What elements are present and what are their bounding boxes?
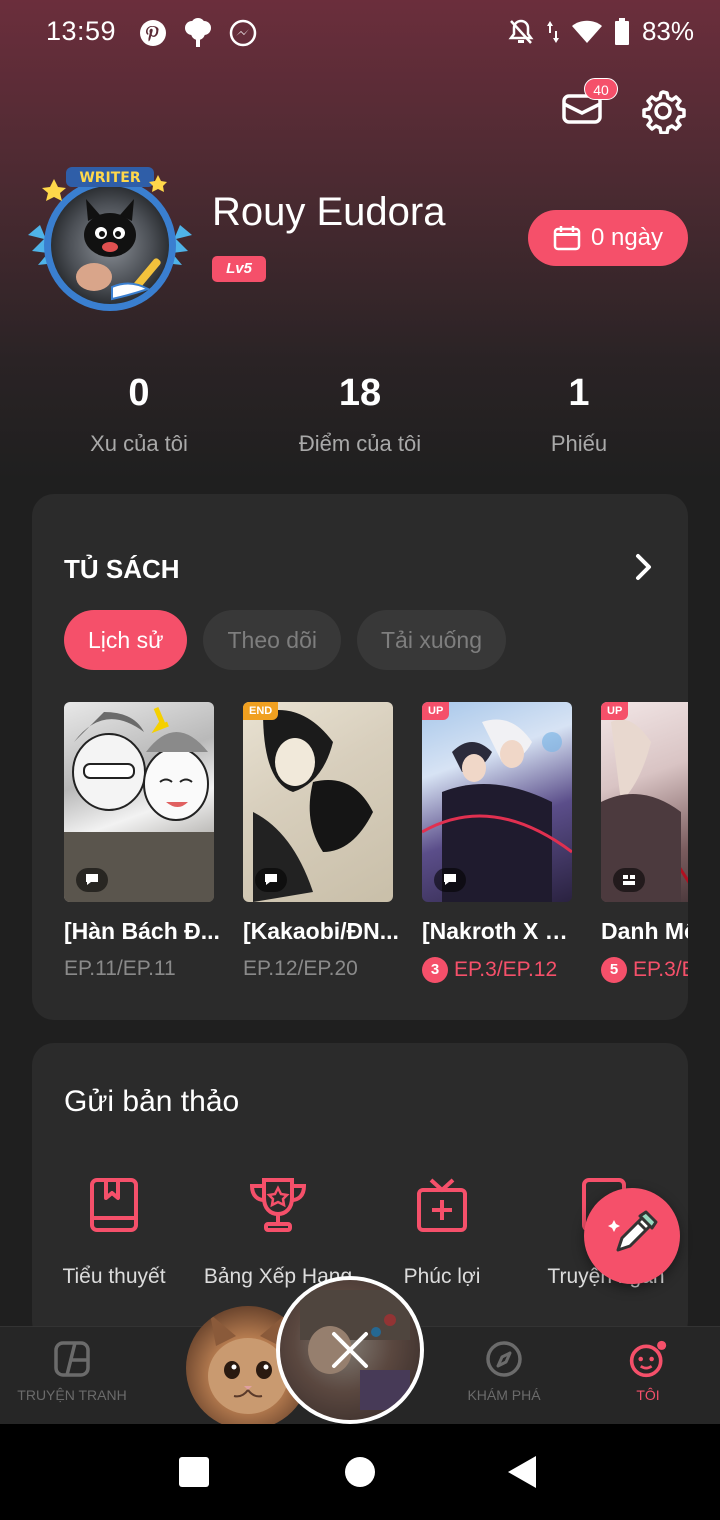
chat-head-dismiss-bubble[interactable] [276, 1276, 424, 1424]
book-item[interactable]: END [Kakaobi/ĐN... EP.12/EP.20 [243, 702, 399, 981]
pinterest-icon [138, 18, 168, 48]
book-tag: UP [601, 702, 629, 720]
comic-icon [52, 1339, 92, 1379]
gallery-icon [613, 868, 645, 892]
stat-points[interactable]: 18 Điểm của tôi [250, 372, 470, 457]
inbox-button[interactable]: 40 [560, 78, 618, 132]
book-episode-text: EP.11/EP.11 [64, 957, 176, 980]
inbox-badge: 40 [584, 78, 618, 100]
nav-label: TÔI [636, 1387, 660, 1403]
tool-ranking[interactable]: Bảng Xếp Hạng [198, 1173, 358, 1289]
book-item[interactable]: UP Danh Môn 5 EP.3/EP [601, 702, 688, 983]
tab-history[interactable]: Lịch sử [64, 610, 188, 670]
nav-me[interactable]: TÔI [576, 1339, 720, 1403]
tool-novel[interactable]: Tiểu thuyết [34, 1173, 194, 1289]
tab-downloads[interactable]: Tải xuống [357, 610, 507, 670]
stat-label: Xu của tôi [90, 431, 188, 456]
stat-coins[interactable]: 0 Xu của tôi [29, 372, 249, 457]
bookshelf-tabs: Lịch sử Theo dõi Tải xuống [64, 610, 507, 670]
book-episode-text: EP.3/EP [633, 958, 688, 981]
book-item[interactable]: UP [Nakroth X W... 3 EP.3/EP.12 [422, 702, 582, 983]
book-episode: EP.11/EP.11 [64, 957, 214, 981]
book-cover: UP [422, 702, 572, 902]
book-episode: 5 EP.3/EP [601, 957, 688, 983]
book-cover: UP [601, 702, 688, 902]
bookshelf-title: TỦ SÁCH [64, 554, 180, 584]
daily-checkin-button[interactable]: 0 ngày [528, 210, 688, 266]
nav-label: KHÁM PHÁ [467, 1387, 541, 1403]
book-episode: EP.12/EP.20 [243, 957, 393, 981]
stat-value: 0 [128, 372, 150, 414]
compass-icon [484, 1339, 524, 1379]
battery-percent: 83% [641, 16, 694, 46]
write-fab[interactable] [584, 1188, 680, 1284]
book-episode-text: EP.3/EP.12 [454, 958, 558, 981]
new-episodes-badge: 3 [422, 957, 448, 983]
pencil-icon [604, 1208, 660, 1264]
level-badge: Lv5 [212, 256, 266, 282]
book-tag: END [243, 702, 279, 720]
book-episode-text: EP.12/EP.20 [243, 957, 358, 980]
stat-label: Điểm của tôi [298, 431, 422, 456]
nav-label: TRUYỆN TRANH [17, 1387, 127, 1403]
book-episode: 3 EP.3/EP.12 [422, 957, 572, 983]
gift-icon [410, 1173, 474, 1237]
book-list: [Hàn Bách Đ... EP.11/EP.11 END [Kakaobi/… [64, 702, 688, 1002]
book-tag: UP [422, 702, 450, 720]
nav-comics[interactable]: TRUYỆN TRANH [0, 1339, 144, 1403]
submit-title: Gửi bản thảo [64, 1085, 240, 1118]
book-title: [Kakaobi/ĐN... [243, 918, 399, 944]
book-title: [Hàn Bách Đ... [64, 918, 220, 944]
book-cover [64, 702, 214, 902]
back-button[interactable] [506, 1456, 538, 1488]
book-cover: END [243, 702, 393, 902]
bell-off-icon [508, 18, 534, 46]
profile-face-icon [628, 1339, 668, 1379]
book-icon [82, 1173, 146, 1237]
comment-icon [434, 868, 466, 892]
close-icon[interactable] [328, 1328, 372, 1372]
comment-icon [255, 868, 287, 892]
stat-value: 18 [338, 372, 382, 414]
tab-following[interactable]: Theo dõi [203, 610, 341, 670]
calendar-icon [553, 225, 581, 251]
book-title: [Nakroth X W... [422, 918, 582, 944]
comment-icon [76, 868, 108, 892]
settings-button[interactable] [640, 88, 688, 136]
bookshelf-card: TỦ SÁCH Lịch sử Theo dõi Tải xuống [Hàn … [32, 494, 688, 1020]
new-episodes-badge: 5 [601, 957, 627, 983]
home-button[interactable] [344, 1456, 376, 1488]
trophy-icon [246, 1173, 310, 1237]
data-arrows-icon [546, 19, 560, 45]
status-bar: 13:59 83% [0, 0, 720, 68]
system-navigation-bar [0, 1424, 720, 1520]
checkin-label: 0 ngày [590, 224, 664, 251]
battery-icon [614, 17, 630, 46]
avatar-frame-text: WRITER [79, 170, 141, 186]
book-title: Danh Môn [601, 918, 688, 944]
book-item[interactable]: [Hàn Bách Đ... EP.11/EP.11 [64, 702, 220, 981]
user-name: Rouy Eudora [212, 190, 446, 234]
tool-benefits[interactable]: Phúc lợi [362, 1173, 522, 1289]
chevron-right-icon[interactable] [632, 552, 656, 582]
tree-icon [182, 18, 214, 48]
tool-label: Tiểu thuyết [62, 1265, 166, 1288]
recents-button[interactable] [178, 1456, 210, 1488]
messenger-icon [228, 18, 258, 48]
gear-icon [640, 88, 686, 134]
status-time: 13:59 [46, 16, 117, 46]
stat-tickets[interactable]: 1 Phiếu [469, 372, 689, 457]
stat-label: Phiếu [550, 431, 608, 456]
wifi-icon [571, 20, 602, 44]
avatar[interactable]: WRITER [26, 165, 194, 320]
stat-value: 1 [568, 372, 590, 414]
nav-explore[interactable]: KHÁM PHÁ [432, 1339, 576, 1403]
